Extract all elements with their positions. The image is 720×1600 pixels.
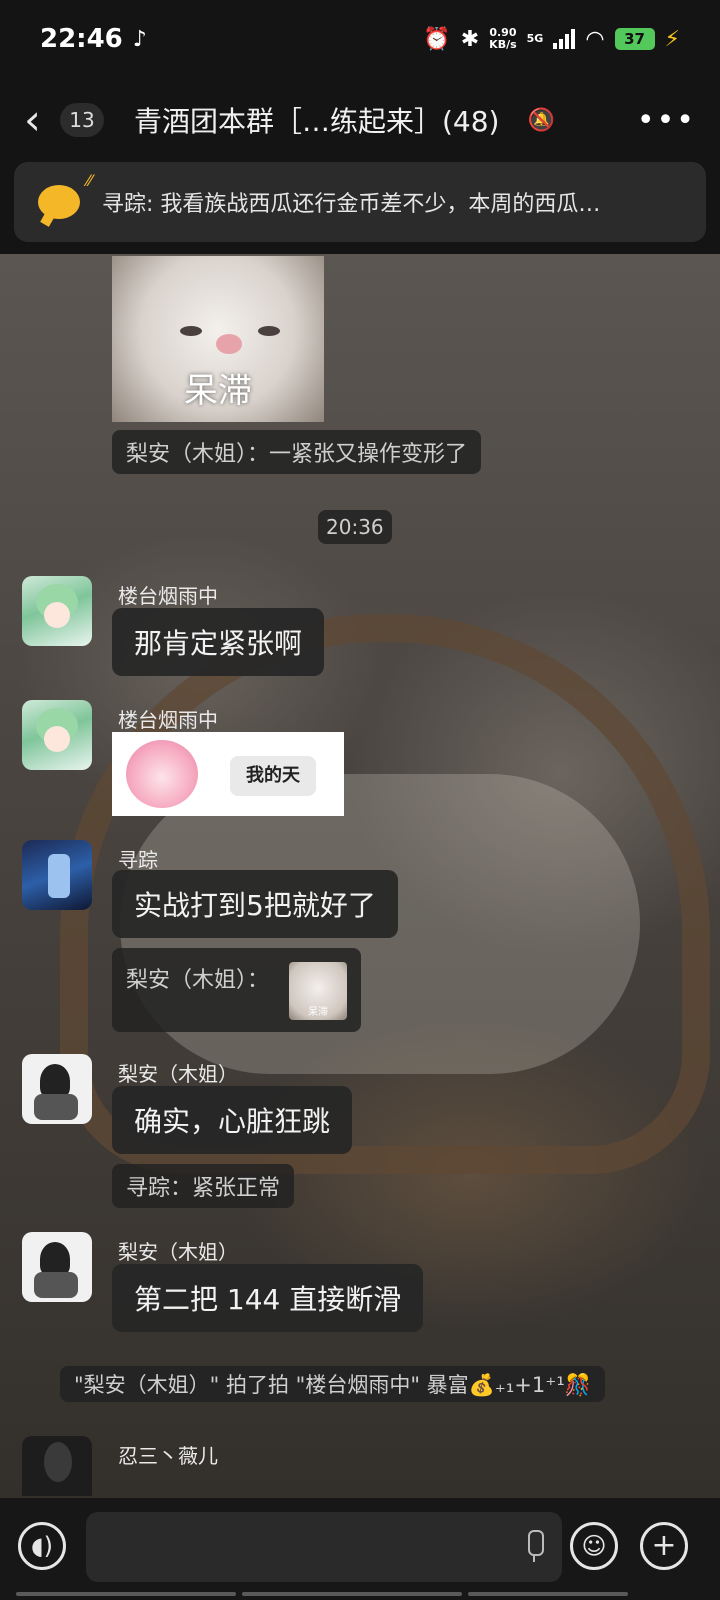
sticker-face <box>126 740 198 808</box>
net-speed-unit: KB/s <box>489 38 517 51</box>
system-notice: "梨安（木姐）" 拍了拍 "楼台烟雨中" 暴富💰₊₁+1⁺¹🎊 <box>60 1366 605 1402</box>
reply-sticker-thumbnail: 呆滞 <box>289 962 348 1020</box>
avatar[interactable] <box>22 700 92 770</box>
sticker-message[interactable]: 呆滞 <box>112 256 324 422</box>
announcement-icon: ⁄⁄ <box>38 171 92 219</box>
net-speed: 0.90 KB/s <box>489 27 516 51</box>
announcement[interactable]: ⁄⁄ 寻踪: 我看族战西瓜还行金币差不少，本周的西瓜… <box>14 162 706 242</box>
wifi-icon: ◠ <box>585 26 605 52</box>
message-bubble[interactable]: 实战打到5把就好了 <box>112 870 398 938</box>
reply-quote[interactable]: 寻踪：紧张正常 <box>112 1164 295 1208</box>
reply-quote[interactable]: 梨安（木姐）：一紧张又操作变形了 <box>112 430 482 474</box>
emoji-icon[interactable]: ☺ <box>570 1522 618 1570</box>
message-text: 那肯定紧张啊 <box>134 627 303 660</box>
message-text: 实战打到5把就好了 <box>134 889 376 922</box>
sender-name: 楼台烟雨中 <box>118 584 218 608</box>
reply-quote[interactable]: 梨安（木姐）： 呆滞 <box>112 948 362 1032</box>
network-type: 5G <box>526 32 544 45</box>
sender-name: 梨安（木姐） <box>118 1240 238 1264</box>
time-divider: 20:36 <box>318 510 392 544</box>
message-bubble[interactable]: 第二把 144 直接断滑 <box>112 1264 424 1332</box>
avatar[interactable] <box>22 1054 92 1124</box>
alarm-icon: ⏰ <box>423 26 451 52</box>
avatar[interactable] <box>22 1232 92 1302</box>
mic-icon[interactable] <box>524 1530 544 1564</box>
sender-name: 寻踪 <box>118 848 158 872</box>
announcement-text: 寻踪: 我看族战西瓜还行金币差不少，本周的西瓜… <box>102 192 601 217</box>
sender-name: 忍三丶薇儿 <box>118 1444 218 1468</box>
message-text: 确实，心脏狂跳 <box>134 1105 331 1138</box>
avatar[interactable] <box>22 576 92 646</box>
signal-icon <box>553 29 576 49</box>
system-notice-text: "梨安（木姐）" 拍了拍 "楼台烟雨中" 暴富💰₊₁+1⁺¹🎊 <box>74 1373 591 1397</box>
time-divider-text: 20:36 <box>326 515 384 539</box>
message-bubble[interactable]: 确实，心脏狂跳 <box>112 1086 353 1154</box>
message-text: 第二把 144 直接断滑 <box>134 1283 402 1316</box>
gesture-bar <box>0 1592 720 1598</box>
plus-icon[interactable]: + <box>640 1522 688 1570</box>
sticker-caption: 我的天 <box>230 756 316 796</box>
mute-bell-icon: 🔕 <box>527 107 555 133</box>
group-title[interactable]: 青酒团本群［…练起来］(48) <box>134 100 499 140</box>
message-bubble[interactable]: 那肯定紧张啊 <box>112 608 325 676</box>
clock: 22:46 <box>40 24 123 54</box>
tiktok-icon: ♪ <box>132 26 147 52</box>
sticker-nose <box>216 334 242 354</box>
unread-badge[interactable]: 13 <box>60 103 104 137</box>
sticker-eye <box>180 326 202 336</box>
voice-icon[interactable]: ◖) <box>18 1522 66 1570</box>
input-bar: ◖) ☺ + <box>0 1498 720 1600</box>
sticker-message[interactable]: 我的天 <box>112 732 344 816</box>
back-icon[interactable]: ‹ <box>24 99 54 141</box>
bluetooth-icon: ✱ <box>460 26 480 52</box>
sender-name: 楼台烟雨中 <box>118 708 218 732</box>
sticker-eye <box>258 326 280 336</box>
reply-quote-text: 梨安（木姐）： <box>126 968 270 993</box>
sticker-caption: 呆滞 <box>184 371 252 411</box>
reply-quote-text: 梨安（木姐）：一紧张又操作变形了 <box>126 442 468 467</box>
avatar[interactable] <box>22 1436 92 1496</box>
reply-sticker-caption: 呆滞 <box>308 1007 329 1018</box>
battery-icon: 37 <box>614 28 655 50</box>
announcement-bar: ⁄⁄ 寻踪: 我看族战西瓜还行金币差不少，本周的西瓜… <box>0 162 720 254</box>
charging-icon: ⚡ <box>664 26 680 52</box>
message-input[interactable] <box>86 1512 562 1582</box>
avatar[interactable] <box>22 840 92 910</box>
status-bar: 22:46 ♪ ⏰ ✱ 0.90 KB/s 5G ◠ 37 ⚡ <box>0 0 720 78</box>
reply-quote-text: 寻踪：紧张正常 <box>126 1176 281 1201</box>
sender-name: 梨安（木姐） <box>118 1062 238 1086</box>
chat-header: ‹ 13 青酒团本群［…练起来］(48) 🔕 ••• <box>0 78 720 162</box>
more-icon[interactable]: ••• <box>637 103 696 138</box>
